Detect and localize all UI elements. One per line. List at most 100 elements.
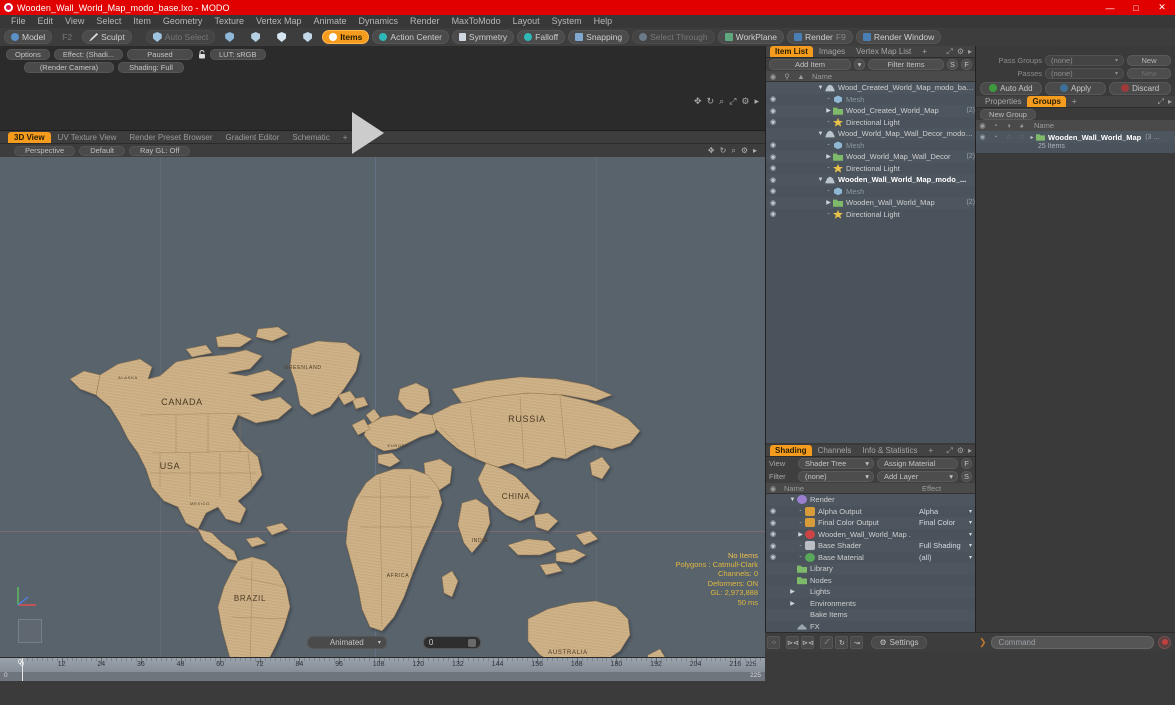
tab-channels[interactable]: Channels <box>813 445 857 456</box>
shading-row-effect[interactable]: Final Color ▾ <box>919 518 975 527</box>
menu-item-geometry[interactable]: Geometry <box>157 15 209 28</box>
item-list-row[interactable]: ◉ - Mesh <box>766 185 975 197</box>
tab-images[interactable]: Images <box>814 46 850 57</box>
row-expand-toggle[interactable]: - <box>824 119 833 125</box>
shading-row-expand-toggle[interactable]: - <box>796 508 805 514</box>
shading-row-visibility-toggle[interactable]: ◉ <box>766 519 780 527</box>
row-expand-toggle[interactable]: - <box>824 165 833 171</box>
shading-row-visibility-toggle[interactable]: ◉ <box>766 553 780 561</box>
tab-vertex-map-list[interactable]: Vertex Map List <box>851 46 916 57</box>
shading-effect-dropdown-icon[interactable]: ▾ <box>969 542 972 549</box>
raygl-dropdown[interactable]: Ray GL: Off <box>128 145 191 156</box>
shading-row-effect[interactable]: Alpha ▾ <box>919 507 975 516</box>
shading-row-expand-toggle[interactable]: - <box>796 554 805 560</box>
tab-shading[interactable]: Shading <box>770 445 812 456</box>
current-frame-input[interactable]: 0 <box>422 636 481 649</box>
menu-item-maxtomodo[interactable]: MaxToModo <box>446 15 507 28</box>
panel-more-icon[interactable]: ▸ <box>968 47 972 57</box>
render-play-button[interactable] <box>352 112 384 154</box>
auto-select-button[interactable]: Auto Select <box>145 30 216 44</box>
animation-tool-icon-6[interactable]: ⁘ <box>767 636 781 649</box>
row-expand-toggle[interactable]: ▶ <box>824 199 833 206</box>
timeline-ruler[interactable]: 12 24 36 48 60 72 84 96 108 120 132 144 156 168 180 192… <box>0 658 765 672</box>
shading-effect-dropdown-icon[interactable]: ▾ <box>969 508 972 515</box>
tab-uv-texture-view[interactable]: UV Texture View <box>52 132 123 143</box>
snapping-button[interactable]: Snapping <box>568 30 630 44</box>
tab-right-add[interactable]: + <box>1067 96 1082 107</box>
animation-tool-icon-7[interactable]: ⊳⊲ <box>786 636 800 649</box>
minimize-button[interactable]: — <box>1097 0 1123 15</box>
assign-material-button[interactable]: Assign Material <box>877 458 958 469</box>
row-visibility-toggle[interactable]: ◉ <box>766 199 780 207</box>
row-expand-toggle[interactable]: ▼ <box>816 85 825 91</box>
group-row-col2-icon[interactable]: ◔ <box>989 134 1002 141</box>
new-group-button[interactable]: New Group <box>980 108 1036 120</box>
group-row-visibility-icon[interactable]: ◉ <box>976 133 989 141</box>
item-list-row[interactable]: ◉ - Mesh <box>766 93 975 105</box>
row-expand-toggle[interactable]: - <box>824 188 833 194</box>
shading-row[interactable]: ◉ - Alpha Output Alpha ▾ <box>766 505 975 517</box>
menu-item-select[interactable]: Select <box>90 15 127 28</box>
row-visibility-toggle[interactable]: ◉ <box>766 164 780 172</box>
passes-new-button[interactable]: New <box>1127 68 1171 79</box>
row-expand-toggle[interactable]: - <box>824 96 833 102</box>
zoom-icon[interactable]: ⌕ <box>719 96 724 107</box>
viewport-zoom-icon[interactable]: ⌕ <box>731 146 735 156</box>
filter-items-input[interactable]: Filter Items <box>868 59 944 70</box>
frame-slider-knob[interactable] <box>467 639 476 647</box>
shading-row-visibility-toggle[interactable]: ◉ <box>766 530 780 538</box>
mode-sculpt-button[interactable]: Sculpt <box>82 30 132 44</box>
passes-dropdown[interactable]: (none) ▾ <box>1045 68 1124 79</box>
shading-row[interactable]: ◉ ▶ Wooden_Wall_World_Map . ▾ <box>766 528 975 540</box>
lut-button[interactable]: LUT: sRGB <box>210 49 266 60</box>
pass-groups-new-button[interactable]: New <box>1127 55 1171 66</box>
add-layer-button[interactable]: Add Layer ▾ <box>877 471 958 482</box>
tab-info-statistics[interactable]: Info & Statistics <box>857 445 922 456</box>
tab-item-list-add[interactable]: + <box>917 46 932 57</box>
render-options-button[interactable]: Options <box>6 49 50 60</box>
item-list-row[interactable]: ◉ ▼ Wooden_Wall_World_Map_modo_... <box>766 174 975 186</box>
group-expand-icon[interactable]: ▸ <box>1028 134 1036 141</box>
item-list-row[interactable]: ◉ - Mesh <box>766 139 975 151</box>
shading-row-expand-toggle[interactable]: ▼ <box>788 497 797 503</box>
row-expand-toggle[interactable]: ▼ <box>816 177 825 183</box>
item-list-row[interactable]: ◉ - Directional Light <box>766 208 975 220</box>
tab-item-list[interactable]: Item List <box>770 46 813 57</box>
menu-item-layout[interactable]: Layout <box>507 15 546 28</box>
shading-full-button[interactable]: Shading: Full <box>118 62 184 73</box>
animation-tool-icon-10[interactable]: ↻ <box>835 636 849 649</box>
shading-row[interactable]: FX <box>766 620 975 632</box>
viewport-rotate-icon[interactable]: ↻ <box>720 146 727 156</box>
menu-item-render[interactable]: Render <box>404 15 446 28</box>
row-visibility-toggle[interactable]: ◉ <box>766 153 780 161</box>
animation-tool-icon-9[interactable]: ⟋ <box>820 636 834 649</box>
shading-effect-dropdown-icon[interactable]: ▾ <box>969 519 972 526</box>
shading-row[interactable]: ◉ - Base Shader Full Shading ▾ <box>766 540 975 552</box>
shading-effect-dropdown-icon[interactable]: ▾ <box>969 531 972 538</box>
lock-icon[interactable] <box>197 50 206 60</box>
timeline-playhead[interactable]: 0 <box>18 658 23 681</box>
pass-groups-dropdown[interactable]: (none) ▾ <box>1045 55 1124 66</box>
auto-add-button[interactable]: Auto Add <box>980 81 1042 95</box>
row-visibility-toggle[interactable]: ◉ <box>766 176 780 184</box>
shader-tree-dropdown[interactable]: Shader Tree ▾ <box>798 458 874 469</box>
maximize-button[interactable]: □ <box>1123 0 1149 15</box>
close-button[interactable]: ✕ <box>1149 0 1175 15</box>
tab-schematic[interactable]: Schematic <box>286 132 335 143</box>
perspective-dropdown[interactable]: Perspective <box>14 145 76 156</box>
viewport-pan-icon[interactable]: ✥ <box>708 146 715 156</box>
row-expand-toggle[interactable]: ▼ <box>816 131 825 137</box>
shading-list-body[interactable]: ▼ Render ◉ - Alpha Output Alpha ▾ ◉ - Final Color… <box>766 494 975 632</box>
timeline[interactable]: 12 24 36 48 60 72 84 96 108 120 132 144 156 168 180 192… <box>0 657 765 681</box>
polygon-mode-button[interactable] <box>270 30 293 44</box>
fit-icon[interactable]: ⤢ <box>729 96 736 107</box>
discard-button[interactable]: Discard <box>1109 81 1172 95</box>
render-button[interactable]: Render F9 <box>787 30 853 44</box>
shading-row[interactable]: Nodes <box>766 574 975 586</box>
animation-tool-icon-11[interactable]: ↝ <box>850 636 864 649</box>
row-visibility-toggle[interactable]: ◉ <box>766 187 780 195</box>
vertex-mode-button[interactable] <box>218 30 241 44</box>
timeline-track[interactable]: 0 225 <box>0 672 765 681</box>
shading-row-effect[interactable]: Full Shading ▾ <box>919 541 975 550</box>
world-map-model[interactable]: CANADAUSABRAZILRUSSIACHINAANTARCTICAGREE… <box>0 157 765 657</box>
